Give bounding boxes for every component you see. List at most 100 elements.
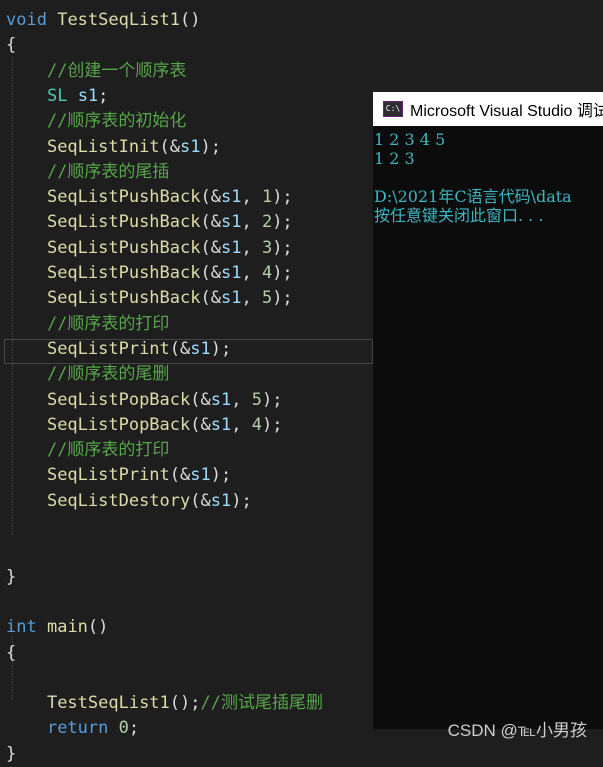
code-token: main: [46, 617, 88, 638]
code-token: ,: [241, 263, 262, 283]
code-line: int main(): [6, 615, 108, 640]
code-line: SeqListPushBack(&s1, 5);: [6, 286, 293, 311]
code-line: SeqListPushBack(&s1, 2);: [6, 210, 293, 235]
code-token: (&: [190, 490, 211, 511]
code-token: (&: [169, 338, 191, 359]
code-token: );: [272, 237, 293, 258]
code-token: //测试尾插尾删: [200, 693, 323, 714]
code-token: s1: [220, 212, 242, 233]
code-token: ;: [98, 85, 109, 106]
code-token: );: [231, 490, 252, 511]
code-line: SeqListPrint(&s1);: [6, 337, 231, 362]
code-line: SL s1;: [6, 84, 108, 109]
code-token: (): [87, 617, 109, 638]
code-token: 0: [118, 718, 129, 739]
code-token: //创建一个顺序表: [46, 60, 187, 81]
code-token: {: [6, 35, 17, 56]
code-line: SeqListPushBack(&s1, 1);: [6, 185, 293, 210]
code-token: SeqListPushBack: [46, 237, 201, 258]
code-token: SL: [46, 85, 68, 106]
code-token: SeqListInit: [46, 136, 160, 157]
code-token: 4: [251, 414, 262, 435]
code-token: }: [6, 743, 17, 764]
code-token: );: [272, 187, 293, 208]
code-token: //顺序表的尾插: [46, 161, 170, 182]
code-token: 1: [261, 187, 273, 208]
code-token: );: [272, 212, 293, 233]
code-token: s1: [190, 465, 211, 486]
code-token: );: [200, 136, 221, 157]
code-token: ;: [128, 718, 140, 739]
code-token: //顺序表的尾删: [46, 364, 170, 385]
code-token: );: [261, 389, 283, 410]
code-token: SeqListPrint: [46, 465, 170, 486]
code-token: SeqListPushBack: [46, 288, 201, 309]
code-token: ,: [231, 414, 252, 435]
code-token: s1: [220, 237, 242, 258]
visual-studio-console-icon: C:\: [383, 101, 403, 117]
code-token: s1: [220, 263, 242, 283]
code-token: s1: [220, 288, 242, 309]
code-token: //顺序表的打印: [46, 440, 170, 461]
code-line: {: [6, 33, 16, 58]
code-token: (&: [200, 288, 221, 309]
code-token: s1: [77, 85, 99, 106]
code-line: SeqListInit(&s1);: [6, 135, 221, 160]
code-token: (&: [200, 187, 221, 208]
code-token: //顺序表的初始化: [46, 111, 187, 132]
code-line: //顺序表的初始化: [6, 109, 186, 134]
code-line: {: [6, 641, 16, 666]
code-token: 4: [261, 263, 273, 283]
console-titlebar[interactable]: C:\ Microsoft Visual Studio 调试: [373, 92, 603, 126]
console-title: Microsoft Visual Studio 调试: [410, 103, 603, 120]
code-token: ,: [241, 212, 262, 233]
code-token: ,: [241, 237, 262, 258]
code-token: 3: [261, 237, 273, 258]
csdn-watermark: CSDN @℡小男孩: [447, 721, 587, 740]
code-token: SeqListPopBack: [46, 414, 191, 435]
code-line: void TestSeqList1(): [6, 8, 201, 33]
code-line: SeqListPopBack(&s1, 4);: [6, 413, 282, 438]
code-token: }: [6, 566, 17, 587]
code-line: SeqListPopBack(&s1, 5);: [6, 388, 282, 413]
code-line: //顺序表的打印: [6, 438, 169, 463]
code-line: //顺序表的尾插: [6, 160, 169, 185]
code-token: (&: [200, 237, 221, 258]
code-token: SeqListPrint: [46, 338, 170, 359]
code-line: }: [6, 742, 16, 767]
code-line: SeqListPushBack(&s1, 4);: [6, 261, 293, 286]
code-token: (): [180, 10, 201, 30]
code-token: (&: [159, 136, 181, 157]
code-token: ();: [169, 693, 201, 714]
debug-console-window[interactable]: C:\ Microsoft Visual Studio 调试 1 2 3 4 5…: [373, 92, 603, 729]
code-token: s1: [210, 490, 232, 511]
code-token: SeqListPushBack: [46, 263, 201, 283]
code-line: return 0;: [6, 716, 139, 741]
code-token: SeqListPushBack: [46, 212, 201, 233]
code-token: );: [210, 465, 232, 486]
code-token: s1: [180, 136, 201, 157]
console-output-line: D:\2021年C语言代码\data: [374, 187, 572, 206]
code-token: TestSeqList1: [57, 10, 181, 30]
console-output-line: 按任意键关闭此窗口. . .: [374, 206, 544, 225]
code-token: SeqListPushBack: [46, 187, 201, 208]
code-token: ,: [231, 389, 252, 410]
code-token: 2: [261, 212, 273, 233]
code-token: (&: [169, 465, 191, 486]
